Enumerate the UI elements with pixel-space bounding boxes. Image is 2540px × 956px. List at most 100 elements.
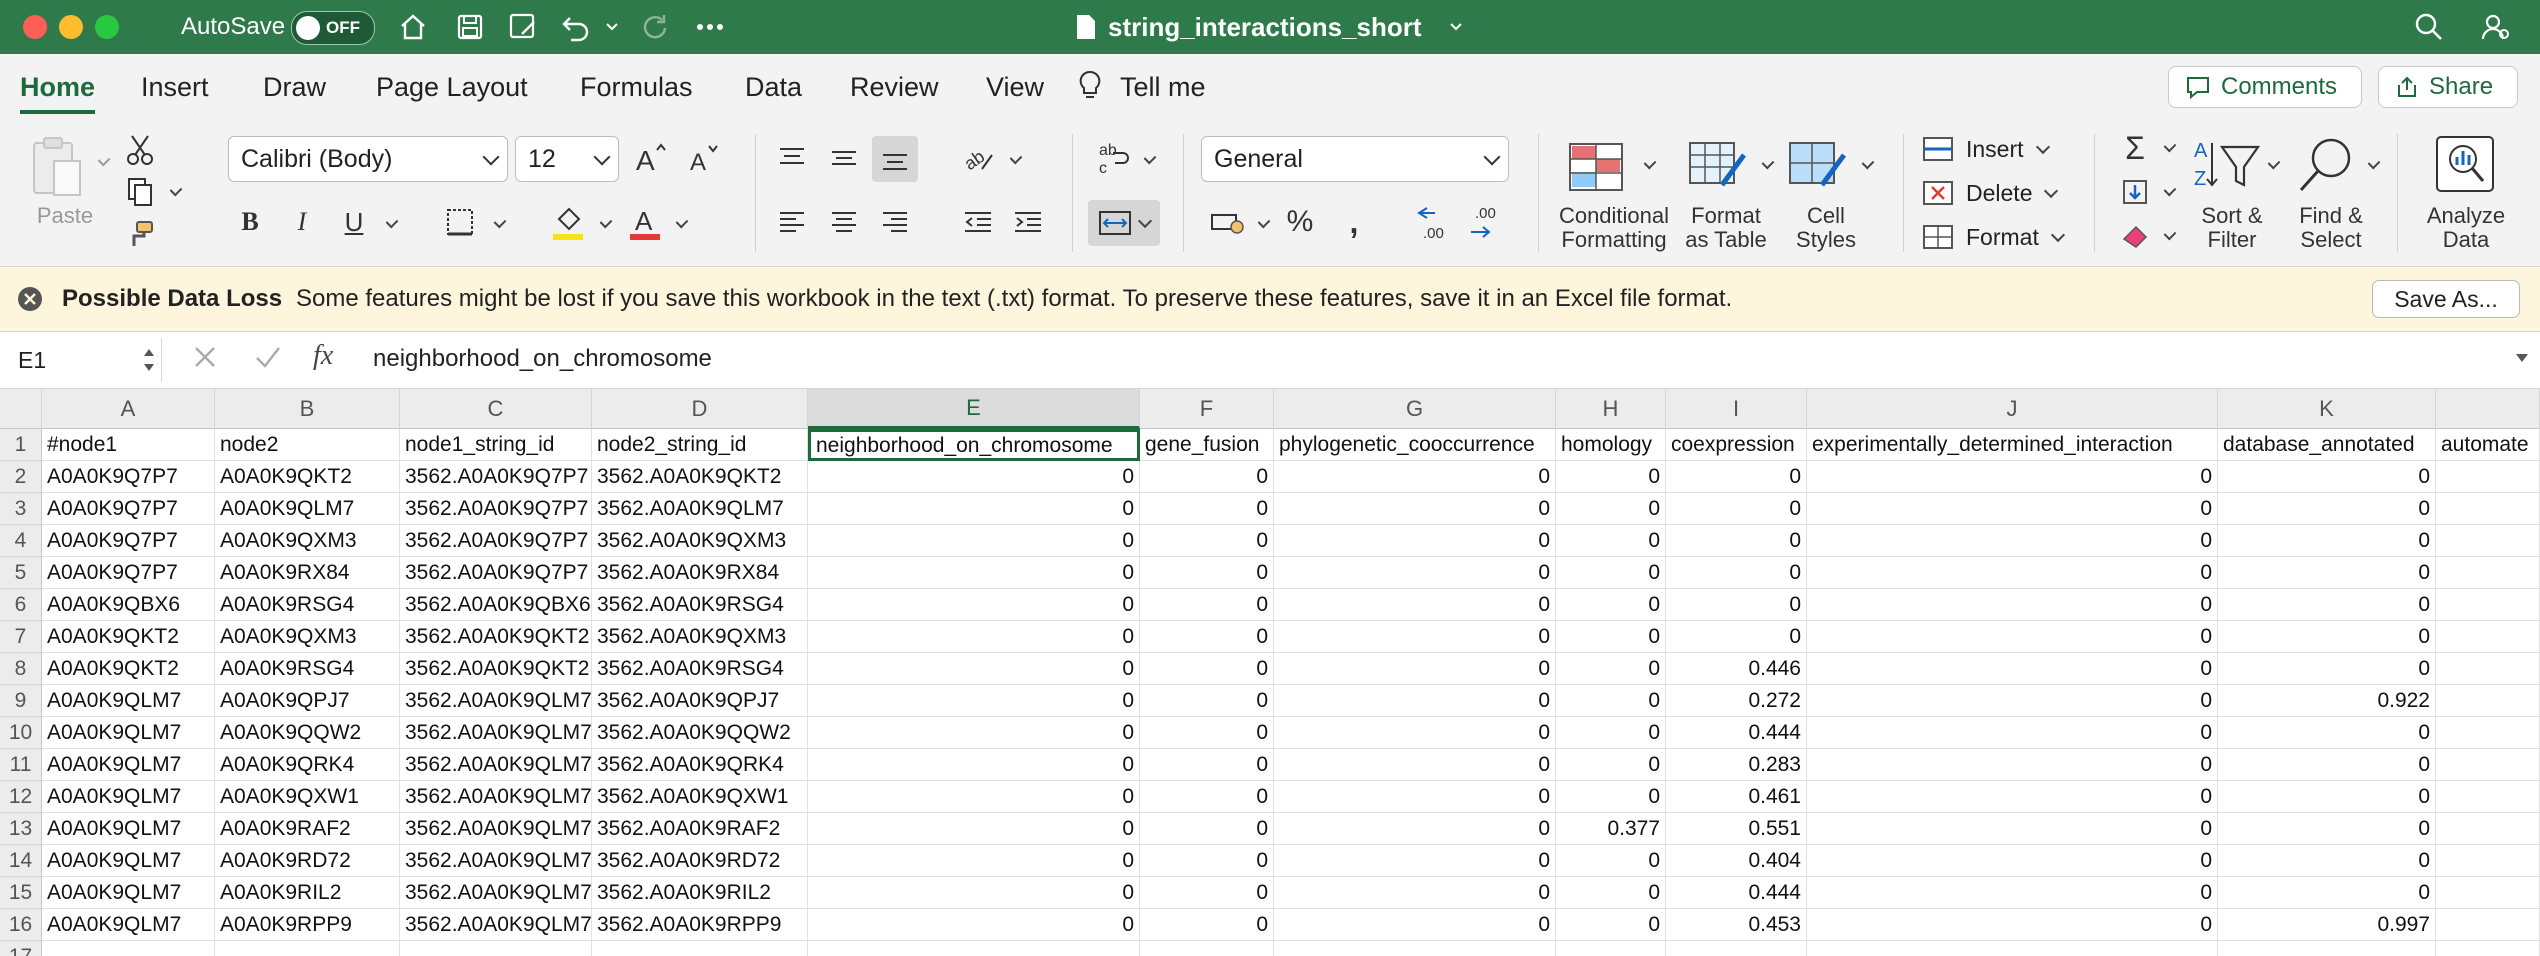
format-painter-icon[interactable] <box>120 214 160 254</box>
table-cell[interactable] <box>2218 941 2436 956</box>
table-cell[interactable]: A0A0K9Q7P7 <box>42 557 215 589</box>
format-as-table-dropdown-icon[interactable] <box>1756 155 1775 175</box>
header-cell[interactable]: experimentally_determined_interaction <box>1807 429 2218 461</box>
table-cell[interactable]: A0A0K9Q7P7 <box>42 461 215 493</box>
table-cell[interactable] <box>2436 589 2540 621</box>
table-cell[interactable] <box>1140 941 1274 956</box>
tab-home[interactable]: Home <box>20 72 95 103</box>
header-cell[interactable]: node2_string_id <box>592 429 808 461</box>
clear-icon[interactable] <box>2115 218 2155 254</box>
tab-data[interactable]: Data <box>745 72 802 103</box>
table-cell[interactable]: 3562.A0A0K9Q7P7 <box>400 557 592 589</box>
row-header[interactable]: 14 <box>0 845 42 877</box>
italic-icon[interactable]: I <box>284 202 320 242</box>
borders-icon[interactable] <box>440 202 480 242</box>
document-title[interactable]: string_interactions_short <box>1108 12 1422 43</box>
formula-input[interactable]: neighborhood_on_chromosome <box>373 345 712 373</box>
table-cell[interactable]: 0 <box>1140 589 1274 621</box>
table-cell[interactable]: 0 <box>808 717 1140 749</box>
column-header[interactable]: I <box>1666 389 1807 429</box>
row-header[interactable]: 2 <box>0 461 42 493</box>
insert-function-icon[interactable]: fx <box>313 340 333 372</box>
percent-style-icon[interactable]: % <box>1280 202 1320 242</box>
fill-icon[interactable] <box>2115 174 2155 210</box>
dismiss-warning-icon[interactable] <box>16 285 44 318</box>
table-cell[interactable]: 0 <box>1274 749 1556 781</box>
tab-view[interactable]: View <box>986 72 1044 103</box>
table-cell[interactable]: 3562.A0A0K9QXW1 <box>592 781 808 813</box>
table-cell[interactable]: 0 <box>2218 749 2436 781</box>
table-cell[interactable]: 3562.A0A0K9QLM7 <box>400 749 592 781</box>
orientation-icon[interactable]: ab <box>958 138 998 178</box>
table-cell[interactable]: 0 <box>1140 557 1274 589</box>
share-button[interactable]: Share <box>2378 66 2518 108</box>
borders-dropdown-icon[interactable] <box>488 214 507 234</box>
table-cell[interactable]: 0 <box>1666 461 1807 493</box>
row-header[interactable]: 8 <box>0 653 42 685</box>
header-cell[interactable]: homology <box>1556 429 1666 461</box>
table-cell[interactable]: 0 <box>808 749 1140 781</box>
table-cell[interactable]: 3562.A0A0K9QLM7 <box>400 909 592 941</box>
decrease-decimal-icon[interactable]: .00 <box>1464 200 1510 244</box>
orientation-dropdown-icon[interactable] <box>1004 150 1023 170</box>
table-cell[interactable]: 0 <box>1556 717 1666 749</box>
table-cell[interactable]: 0.551 <box>1666 813 1807 845</box>
table-cell[interactable]: 0 <box>2218 781 2436 813</box>
column-header[interactable]: B <box>215 389 400 429</box>
table-cell[interactable]: 3562.A0A0K9QRK4 <box>592 749 808 781</box>
table-cell[interactable]: 0 <box>1140 685 1274 717</box>
table-cell[interactable]: 0 <box>1666 493 1807 525</box>
table-cell[interactable]: 3562.A0A0K9QXM3 <box>592 525 808 557</box>
table-cell[interactable]: 0 <box>1556 653 1666 685</box>
table-cell[interactable] <box>1807 941 2218 956</box>
table-cell[interactable]: 0 <box>1807 461 2218 493</box>
table-cell[interactable]: 0 <box>1140 525 1274 557</box>
column-header[interactable]: A <box>42 389 215 429</box>
table-cell[interactable] <box>2436 461 2540 493</box>
table-cell[interactable]: 0 <box>1807 877 2218 909</box>
tab-draw[interactable]: Draw <box>263 72 326 103</box>
table-cell[interactable]: 0 <box>1556 845 1666 877</box>
table-cell[interactable]: 0 <box>1274 557 1556 589</box>
sort-filter-dropdown-icon[interactable] <box>2262 155 2281 175</box>
table-cell[interactable] <box>2436 493 2540 525</box>
table-cell[interactable]: 3562.A0A0K9RSG4 <box>592 589 808 621</box>
maximize-window-button[interactable] <box>95 15 119 39</box>
table-cell[interactable]: 0 <box>1807 781 2218 813</box>
table-cell[interactable]: 0 <box>1807 909 2218 941</box>
table-cell[interactable]: 3562.A0A0K9QKT2 <box>400 653 592 685</box>
sort-filter-label[interactable]: Sort & Filter <box>2186 204 2278 252</box>
clear-dropdown-icon[interactable] <box>2158 226 2177 246</box>
table-cell[interactable]: 0 <box>1556 589 1666 621</box>
table-cell[interactable]: A0A0K9QLM7 <box>42 781 215 813</box>
row-header[interactable]: 1 <box>0 429 42 461</box>
table-cell[interactable]: A0A0K9Q7P7 <box>42 493 215 525</box>
copy-dropdown-icon[interactable] <box>164 182 183 202</box>
row-header[interactable]: 3 <box>0 493 42 525</box>
table-cell[interactable]: 0 <box>808 525 1140 557</box>
table-cell[interactable]: 3562.A0A0K9QKT2 <box>592 461 808 493</box>
table-cell[interactable]: 0 <box>1274 525 1556 557</box>
table-cell[interactable]: 0.404 <box>1666 845 1807 877</box>
table-cell[interactable]: 0 <box>1140 461 1274 493</box>
table-cell[interactable]: 3562.A0A0K9QXM3 <box>592 621 808 653</box>
table-cell[interactable]: 0 <box>2218 877 2436 909</box>
save-icon[interactable] <box>450 8 490 46</box>
comments-button[interactable]: Comments <box>2168 66 2362 108</box>
table-cell[interactable] <box>592 941 808 956</box>
find-select-label[interactable]: Find & Select <box>2284 204 2378 252</box>
table-cell[interactable]: 0.446 <box>1666 653 1807 685</box>
table-cell[interactable]: 0 <box>1556 877 1666 909</box>
header-cell[interactable]: automate <box>2436 429 2540 461</box>
table-cell[interactable]: A0A0K9QKT2 <box>42 653 215 685</box>
table-cell[interactable] <box>2436 909 2540 941</box>
increase-decimal-icon[interactable]: .00 <box>1412 200 1458 244</box>
comma-style-icon[interactable]: , <box>1334 202 1374 242</box>
table-cell[interactable] <box>2436 525 2540 557</box>
fill-color-icon[interactable] <box>548 200 588 244</box>
header-cell[interactable]: #node1 <box>42 429 215 461</box>
table-cell[interactable]: 0 <box>808 557 1140 589</box>
table-cell[interactable]: 3562.A0A0K9RAF2 <box>592 813 808 845</box>
table-cell[interactable] <box>2436 813 2540 845</box>
table-cell[interactable]: 0 <box>1556 621 1666 653</box>
